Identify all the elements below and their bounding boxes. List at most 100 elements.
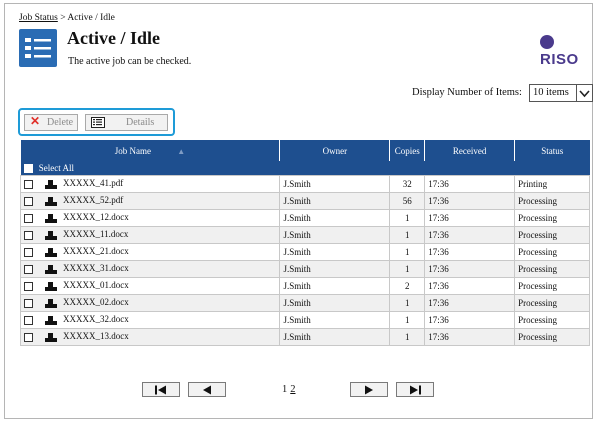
owner-cell: J.Smith	[279, 259, 391, 278]
copies-cell: 1	[389, 327, 426, 346]
job-status-panel: Job Status > Active / Idle Active / Idle…	[4, 3, 593, 419]
print-job-icon	[45, 298, 57, 308]
row-checkbox[interactable]	[24, 196, 33, 206]
status-cell: Processing	[514, 276, 590, 295]
status-cell: Processing	[514, 293, 590, 312]
arrow-left-icon	[203, 385, 211, 395]
chevron-down-icon	[576, 85, 592, 101]
page-numbers: 12	[282, 384, 296, 395]
details-list-icon	[91, 117, 105, 128]
job-name: XXXXX_12.docx	[63, 212, 129, 223]
display-items-select[interactable]: 10 items	[529, 84, 593, 102]
job-name-cell: XXXXX_41.pdf	[19, 174, 281, 193]
row-checkbox[interactable]	[24, 281, 33, 291]
logo-mark-icon	[540, 35, 554, 49]
job-list-icon	[19, 29, 57, 67]
table-row[interactable]: XXXXX_11.docx J.Smith 1 17:36 Processing	[19, 225, 590, 244]
received-cell: 17:36	[424, 259, 516, 278]
job-name-cell: XXXXX_52.pdf	[19, 191, 281, 210]
sort-ascending-icon: ▲	[177, 146, 186, 156]
current-page: 1	[282, 384, 288, 395]
table-row[interactable]: XXXXX_32.docx J.Smith 1 17:36 Processing	[19, 310, 590, 329]
next-page-button[interactable]	[350, 382, 388, 397]
table-row[interactable]: XXXXX_41.pdf J.Smith 32 17:36 Printing	[19, 174, 590, 193]
job-name-cell: XXXXX_32.docx	[19, 310, 281, 329]
page-link-2[interactable]: 2	[290, 384, 295, 395]
owner-cell: J.Smith	[279, 310, 391, 329]
breadcrumb-link-job-status[interactable]: Job Status	[19, 13, 58, 23]
owner-cell: J.Smith	[279, 327, 391, 346]
owner-cell: J.Smith	[279, 191, 391, 210]
received-cell: 17:36	[424, 174, 516, 193]
row-checkbox[interactable]	[24, 247, 33, 257]
job-name: XXXXX_52.pdf	[63, 195, 124, 206]
received-cell: 17:36	[424, 293, 516, 312]
copies-cell: 1	[389, 225, 426, 244]
print-job-icon	[45, 213, 57, 223]
owner-cell: J.Smith	[279, 225, 391, 244]
display-items-value: 10 items	[533, 87, 569, 98]
row-checkbox[interactable]	[24, 332, 33, 342]
print-job-icon	[45, 264, 57, 274]
copies-cell: 1	[389, 242, 426, 261]
table-row[interactable]: XXXXX_31.docx J.Smith 1 17:36 Processing	[19, 259, 590, 278]
copies-cell: 1	[389, 208, 426, 227]
delete-label: Delete	[47, 117, 74, 128]
column-owner[interactable]: Owner	[279, 140, 391, 161]
job-name: XXXXX_41.pdf	[63, 178, 124, 189]
column-received[interactable]: Received	[424, 140, 516, 161]
last-page-button[interactable]	[396, 382, 434, 397]
job-name: XXXXX_01.docx	[63, 280, 129, 291]
job-name-cell: XXXXX_13.docx	[19, 327, 281, 346]
status-cell: Processing	[514, 310, 590, 329]
received-cell: 17:36	[424, 327, 516, 346]
print-job-icon	[45, 179, 57, 189]
details-button[interactable]: Details	[85, 114, 168, 131]
job-name: XXXXX_21.docx	[63, 246, 129, 257]
print-job-icon	[45, 196, 57, 206]
breadcrumb-separator: >	[57, 13, 68, 23]
row-checkbox[interactable]	[24, 298, 33, 308]
table-row[interactable]: XXXXX_13.docx J.Smith 1 17:36 Processing	[19, 327, 590, 346]
job-name: XXXXX_02.docx	[63, 297, 129, 308]
first-page-button[interactable]	[142, 382, 180, 397]
table-row[interactable]: XXXXX_01.docx J.Smith 2 17:36 Processing	[19, 276, 590, 295]
copies-cell: 2	[389, 276, 426, 295]
print-job-icon	[45, 230, 57, 240]
print-job-icon	[45, 332, 57, 342]
row-checkbox[interactable]	[24, 230, 33, 240]
status-cell: Processing	[514, 327, 590, 346]
row-checkbox[interactable]	[24, 179, 33, 189]
job-name: XXXXX_32.docx	[63, 314, 129, 325]
status-cell: Processing	[514, 242, 590, 261]
row-checkbox[interactable]	[24, 213, 33, 223]
print-job-icon	[45, 281, 57, 291]
select-all-cell: Select All	[20, 161, 590, 175]
job-name-cell: XXXXX_12.docx	[19, 208, 281, 227]
owner-cell: J.Smith	[279, 276, 391, 295]
row-checkbox[interactable]	[24, 315, 33, 325]
table-row[interactable]: XXXXX_21.docx J.Smith 1 17:36 Processing	[19, 242, 590, 261]
column-copies[interactable]: Copies	[389, 140, 426, 161]
copies-cell: 1	[389, 310, 426, 329]
select-all-row: Select All	[20, 161, 590, 175]
delete-button[interactable]: ✕ Delete	[24, 114, 78, 131]
owner-cell: J.Smith	[279, 242, 391, 261]
column-status[interactable]: Status	[514, 140, 590, 161]
column-job-name[interactable]: Job Name ▲	[20, 140, 281, 161]
select-all-checkbox[interactable]	[23, 163, 33, 173]
row-checkbox[interactable]	[24, 264, 33, 274]
print-job-icon	[45, 247, 57, 257]
job-table: Job Name ▲ Owner Copies Received Status …	[19, 140, 590, 346]
table-row[interactable]: XXXXX_52.pdf J.Smith 56 17:36 Processing	[19, 191, 590, 210]
job-name-cell: XXXXX_21.docx	[19, 242, 281, 261]
riso-logo: RISO	[540, 34, 592, 68]
owner-cell: J.Smith	[279, 174, 391, 193]
table-row[interactable]: XXXXX_12.docx J.Smith 1 17:36 Processing	[19, 208, 590, 227]
status-cell: Printing	[514, 174, 590, 193]
table-row[interactable]: XXXXX_02.docx J.Smith 1 17:36 Processing	[19, 293, 590, 312]
print-job-icon	[45, 315, 57, 325]
received-cell: 17:36	[424, 310, 516, 329]
select-all-label: Select All	[38, 162, 74, 173]
previous-page-button[interactable]	[188, 382, 226, 397]
